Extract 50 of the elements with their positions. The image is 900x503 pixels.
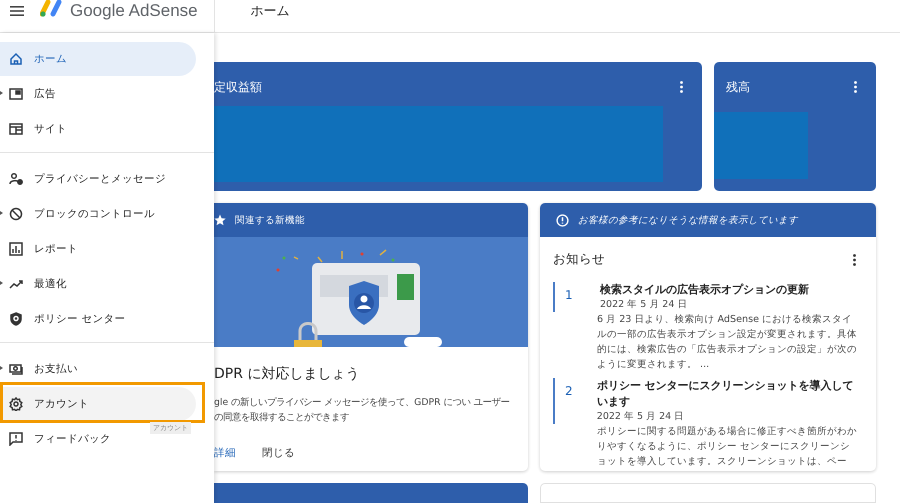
menu-icon[interactable] bbox=[10, 6, 24, 16]
expand-caret-icon[interactable] bbox=[0, 281, 3, 285]
block-icon bbox=[9, 206, 23, 220]
notice-text: ポリシーに関する問題がある場合に修正すべき箇所がわかりやすくなるように、ポリシー センターにスクリーンショットを導入しています。スクリーンショットは、ペー bbox=[596, 425, 858, 469]
settings-icon bbox=[9, 396, 23, 410]
sidebar-item[interactable]: 広告 bbox=[0, 76, 62, 110]
card-header-text: お客様の参考になりそうな情報を表示しています bbox=[578, 214, 798, 226]
sidebar-item[interactable]: ポリシー センター bbox=[0, 302, 132, 336]
more-icon[interactable] bbox=[853, 254, 856, 266]
notice-date: 2022 年 5 月 24 日 bbox=[596, 410, 686, 424]
details-link[interactable]: 詳細 bbox=[214, 442, 236, 464]
expand-caret-icon[interactable] bbox=[0, 366, 3, 370]
sidebar-item[interactable]: 最適化 bbox=[0, 266, 73, 300]
sidebar-item[interactable]: ホーム bbox=[0, 42, 196, 76]
notice-number: 1 bbox=[565, 287, 574, 304]
card-heading: DPR に対応しましょう bbox=[214, 365, 360, 383]
sidebar-item[interactable]: プライバシーとメッセージ bbox=[0, 162, 172, 196]
logo-icon bbox=[40, 0, 64, 18]
sidebar-item[interactable]: レポート bbox=[0, 232, 84, 266]
notice-number: 2 bbox=[565, 383, 574, 400]
expand-caret-icon[interactable] bbox=[0, 211, 3, 215]
card-title: 定収益額 bbox=[214, 78, 262, 96]
site-icon bbox=[9, 122, 23, 136]
sidebar-item[interactable]: アカウント bbox=[0, 386, 196, 420]
card-header-text: 関連する新機能 bbox=[235, 214, 305, 226]
expand-caret-icon[interactable] bbox=[0, 91, 3, 95]
feedback-icon bbox=[9, 432, 23, 446]
sidebar-item[interactable]: お支払い bbox=[0, 352, 84, 386]
alert-icon bbox=[556, 214, 569, 226]
card-description: gle の新しいプライバシー メッセージを使って、GDPR につい ユーザーの同意を取得することができます bbox=[214, 396, 510, 425]
product-name: Google AdSense bbox=[70, 1, 198, 21]
more-icon[interactable] bbox=[854, 81, 857, 93]
sidebar-item[interactable]: フィードバック bbox=[0, 422, 117, 456]
policy-icon bbox=[9, 312, 23, 326]
card-title: 残高 bbox=[726, 78, 750, 96]
page-title: ホーム bbox=[250, 3, 290, 20]
sidebar-item[interactable]: ブロックのコントロール bbox=[0, 196, 161, 230]
pay-icon bbox=[9, 362, 23, 376]
notice-text: 6 月 23 日より、検索向け AdSense における検索スタイルの一部の広告表示オプション設定が変更されます。具体的には、検索広告の「広告表示オプションの設定」が次のように変更されます。 ... bbox=[596, 313, 858, 372]
sidebar-item[interactable]: サイト bbox=[0, 112, 73, 146]
ad-icon bbox=[9, 86, 23, 100]
privacy-icon bbox=[9, 172, 23, 186]
more-icon[interactable] bbox=[680, 81, 683, 93]
report-icon bbox=[9, 242, 23, 256]
notice-title[interactable]: ポリシー センターにスクリーンショットを導入しています bbox=[596, 378, 860, 410]
notice-title[interactable]: 検索スタイルの広告表示オプションの更新 bbox=[600, 282, 809, 298]
home-icon bbox=[9, 52, 23, 66]
notice-date: 2022 年 5 月 24 日 bbox=[600, 298, 688, 312]
close-button[interactable]: 閉じる bbox=[262, 442, 295, 464]
card-title: お知らせ bbox=[553, 251, 605, 268]
